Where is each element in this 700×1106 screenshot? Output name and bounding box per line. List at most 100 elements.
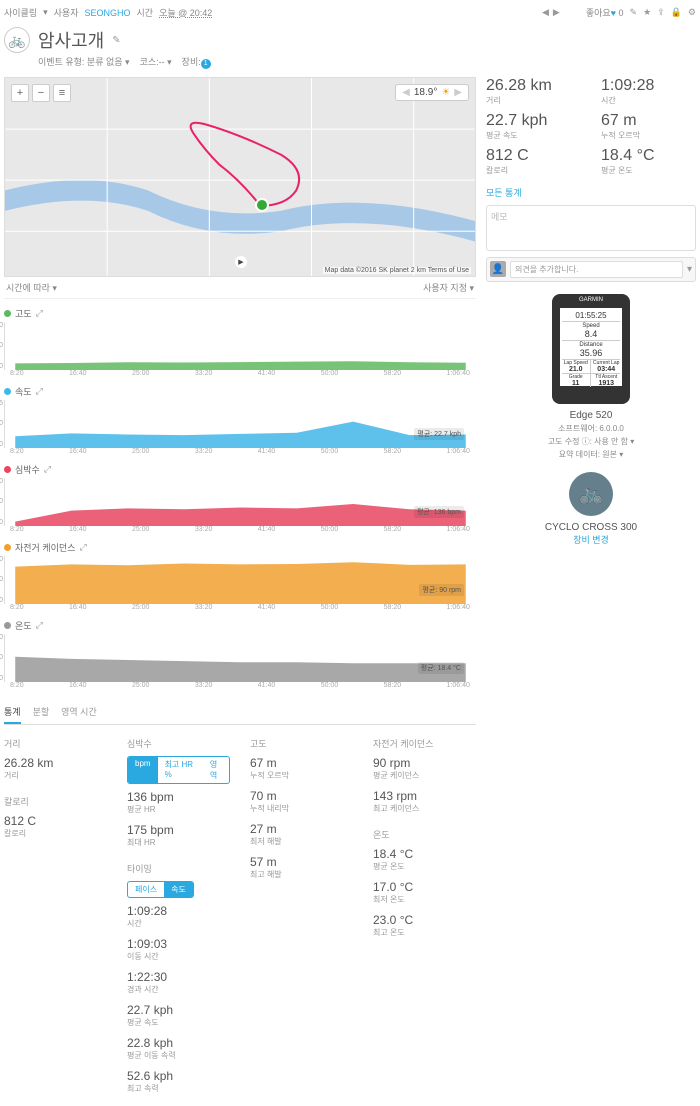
summary-value: 67 m: [601, 112, 696, 130]
change-gear-link[interactable]: 장비 변경: [573, 535, 609, 545]
chart-title: 고도: [15, 307, 32, 320]
stat-label: 최저 해발: [250, 836, 353, 847]
chart-4[interactable]: 40200 평균: 18.4 °C: [4, 634, 476, 682]
chart-1[interactable]: 75500 평균: 22.7 kph: [4, 400, 476, 448]
zoom-in-button[interactable]: +: [11, 84, 29, 102]
summary-label: 시간: [601, 95, 696, 106]
stat-value: 26.28 km: [4, 756, 107, 770]
user-link[interactable]: SEONGHO: [85, 8, 131, 18]
nav-left-icon[interactable]: ◀: [402, 87, 410, 98]
nav-right-icon[interactable]: ▶: [454, 87, 462, 98]
stat-value: 136 bpm: [127, 790, 230, 804]
ds-ls: 21.0: [569, 366, 583, 373]
chart-dot-icon: [4, 310, 11, 317]
time-label: 시간: [137, 6, 154, 19]
lock-icon[interactable]: 🔒: [671, 7, 682, 18]
title-edit-icon[interactable]: ✎: [112, 35, 120, 46]
all-stats-link[interactable]: 모든 통계: [486, 188, 522, 198]
timing-pill-group: 페이스 속도: [127, 881, 194, 898]
chart-expand-icon[interactable]: ⤢: [44, 464, 51, 475]
route-map[interactable]: + − ≡ ◀ 18.9° ☀ ▶ ▶ Map data ©2016 SK pl…: [4, 77, 476, 277]
summary-value: 26.28 km: [486, 77, 581, 95]
stat-label: 평균 이동 속력: [127, 1050, 230, 1061]
timing-section-title: 타이밍: [127, 862, 230, 875]
zoom-out-button[interactable]: −: [32, 84, 50, 102]
opinion-input[interactable]: 의견을 추가합니다.: [510, 261, 683, 278]
chart-expand-icon[interactable]: ⤢: [36, 620, 43, 631]
edit-icon[interactable]: ✎: [630, 7, 638, 18]
stat-label: 칼로리: [4, 828, 107, 839]
app-type[interactable]: 사이클링: [4, 6, 37, 19]
memo-input[interactable]: 메모: [486, 205, 696, 251]
opinion-dropdown-icon[interactable]: ▾: [687, 264, 692, 275]
event-type-label: 이벤트 유형:: [38, 57, 84, 67]
hr-pill-bpm[interactable]: bpm: [128, 757, 158, 783]
activity-bike-icon: 🚲: [4, 27, 30, 53]
gear-count-badge[interactable]: 1: [201, 59, 211, 69]
stat-value: 1:09:03: [127, 937, 230, 951]
chart-0[interactable]: 2001000: [4, 322, 476, 370]
stat-label: 최고 속력: [127, 1083, 230, 1094]
tab-stats[interactable]: 통계: [4, 701, 21, 724]
tab-splits[interactable]: 분할: [33, 701, 50, 724]
temp-section-title: 온도: [373, 828, 476, 841]
play-button[interactable]: ▶: [235, 256, 247, 268]
summary-value: 22.7 kph: [486, 112, 581, 130]
stat-label: 최저 온도: [373, 894, 476, 905]
chart-badge: 평균: 18.4 °C: [418, 662, 464, 674]
chart-2[interactable]: 2001500 평균: 136 bpm: [4, 478, 476, 526]
summary-label: 누적 오르막: [601, 130, 696, 141]
like-label[interactable]: 좋아요: [586, 8, 611, 18]
stat-value: 67 m: [250, 756, 353, 770]
chart-badge: 평균: 22.7 kph: [414, 428, 464, 440]
stat-label: 최고 케이던스: [373, 803, 476, 814]
stat-label: 누적 오르막: [250, 770, 353, 781]
summary-label: 거리: [486, 95, 581, 106]
chart-3[interactable]: 100500 평균: 90 rpm: [4, 556, 476, 604]
layers-button[interactable]: ≡: [53, 84, 71, 102]
summary-value: 18.4 °C: [601, 147, 696, 165]
stat-label: 최대 HR: [127, 837, 230, 848]
stat-value: 90 rpm: [373, 756, 476, 770]
time-axis-dropdown[interactable]: 시간에 따라 ▾: [6, 281, 57, 294]
gear-icon[interactable]: ⚙: [688, 7, 696, 18]
device-name: Edge 520: [486, 410, 696, 421]
star-icon[interactable]: ★: [643, 7, 651, 18]
chart-expand-icon[interactable]: ⤢: [36, 386, 43, 397]
event-type-dropdown[interactable]: 분류 없음: [87, 57, 130, 67]
hr-pill-max[interactable]: 최고 HR %: [158, 757, 203, 783]
course-dropdown[interactable]: --: [159, 57, 172, 67]
nav-prev-icon[interactable]: ◀: [542, 7, 549, 18]
stat-label: 평균 HR: [127, 804, 230, 815]
stat-label: 거리: [4, 770, 107, 781]
chart-expand-icon[interactable]: ⤢: [36, 308, 43, 319]
stat-value: 18.4 °C: [373, 847, 476, 861]
custom-dropdown[interactable]: 사용자 지정 ▾: [423, 281, 474, 294]
stat-value: 22.7 kph: [127, 1003, 230, 1017]
heart-icon: ♥: [611, 8, 616, 18]
device-summary-setting[interactable]: 요약 데이터: 원본 ▾: [486, 449, 696, 460]
ds-ta: 1913: [598, 380, 614, 387]
chart-badge: 평균: 136 bpm: [414, 506, 464, 518]
stat-value: 52.6 kph: [127, 1069, 230, 1083]
tab-zones[interactable]: 영역 시간: [61, 701, 97, 724]
chart-expand-icon[interactable]: ⤢: [79, 542, 86, 553]
dropdown-icon: ▾: [43, 7, 48, 18]
chart-dot-icon: [4, 388, 11, 395]
stat-value: 27 m: [250, 822, 353, 836]
like-count: 0: [619, 8, 624, 18]
nav-next-icon[interactable]: ▶: [553, 7, 560, 18]
timing-pill-speed[interactable]: 속도: [164, 882, 193, 897]
device-elevation-setting[interactable]: 고도 수정 ⓘ: 사용 안 함 ▾: [486, 436, 696, 447]
stat-label: 경과 시간: [127, 984, 230, 995]
stat-value: 1:09:28: [127, 904, 230, 918]
stat-value: 1:22:30: [127, 970, 230, 984]
ds-cl: 03:44: [597, 366, 615, 373]
chart-badge: 평균: 90 rpm: [419, 584, 464, 596]
sun-icon: ☀: [441, 87, 450, 98]
share-icon[interactable]: ⇪: [657, 7, 665, 18]
hr-pill-zone[interactable]: 영역: [203, 757, 229, 783]
stat-value: 57 m: [250, 855, 353, 869]
timing-pill-pace[interactable]: 페이스: [128, 882, 164, 897]
map-attribution: Map data ©2016 SK planet 2 km Terms of U…: [323, 267, 471, 274]
